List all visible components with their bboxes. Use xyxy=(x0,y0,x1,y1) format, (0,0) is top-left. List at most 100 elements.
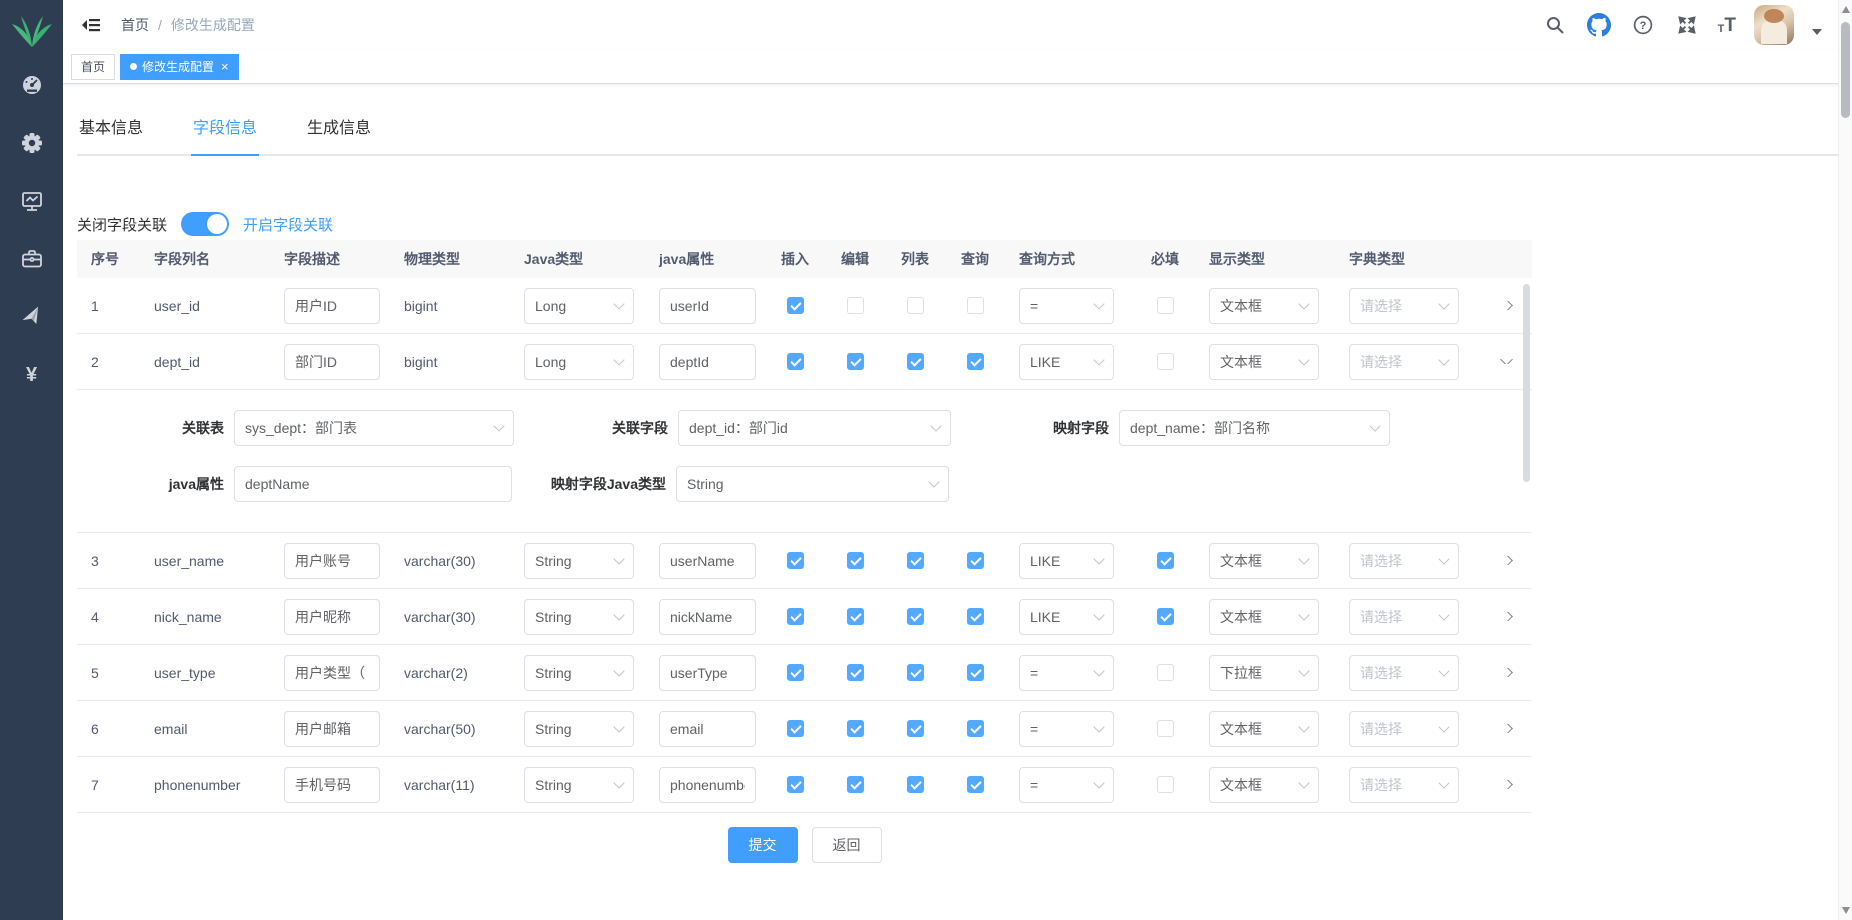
display-type-select[interactable]: 下拉框 xyxy=(1209,655,1319,691)
help-button[interactable]: ? xyxy=(1630,12,1656,38)
user-avatar[interactable] xyxy=(1754,5,1794,45)
tab-field-info[interactable]: 字段信息 xyxy=(191,110,259,154)
dict-type-select[interactable]: 请选择 xyxy=(1349,344,1459,380)
mapping-field-select[interactable]: dept_name：部门名称 xyxy=(1119,410,1390,446)
display-type-select[interactable]: 文本框 xyxy=(1209,767,1319,803)
display-type-select[interactable]: 文本框 xyxy=(1209,599,1319,635)
dict-type-select[interactable]: 请选择 xyxy=(1349,711,1459,747)
edit-checkbox[interactable] xyxy=(847,297,864,314)
sidebar-item-pay[interactable]: ¥ xyxy=(0,346,63,404)
list-checkbox[interactable] xyxy=(907,353,924,370)
query-way-select[interactable]: LIKE xyxy=(1019,599,1114,635)
fullscreen-button[interactable] xyxy=(1674,12,1700,38)
field-description-input[interactable] xyxy=(284,767,380,803)
java-attr-input[interactable] xyxy=(659,288,756,324)
dict-type-select[interactable]: 请选择 xyxy=(1349,543,1459,579)
list-checkbox[interactable] xyxy=(907,776,924,793)
relation-field-select[interactable]: dept_id：部门id xyxy=(678,410,951,446)
edit-checkbox[interactable] xyxy=(847,608,864,625)
java-attr-input[interactable] xyxy=(659,711,756,747)
java-type-select[interactable]: String xyxy=(524,655,634,691)
github-button[interactable] xyxy=(1586,12,1612,38)
query-checkbox[interactable] xyxy=(967,297,984,314)
java-type-select[interactable]: String xyxy=(524,767,634,803)
query-way-select[interactable]: = xyxy=(1019,288,1114,324)
query-way-select[interactable]: = xyxy=(1019,767,1114,803)
sidebar-item-guide[interactable] xyxy=(0,288,63,346)
list-checkbox[interactable] xyxy=(907,552,924,569)
expand-row-icon[interactable] xyxy=(1500,556,1513,565)
expand-row-icon[interactable] xyxy=(1500,780,1513,789)
dict-type-select[interactable]: 请选择 xyxy=(1349,655,1459,691)
field-relation-switch[interactable] xyxy=(181,212,229,236)
query-way-select[interactable]: LIKE xyxy=(1019,543,1114,579)
tab-basic-info[interactable]: 基本信息 xyxy=(77,110,145,154)
java-attr-input[interactable] xyxy=(659,655,756,691)
field-description-input[interactable] xyxy=(284,655,380,691)
list-checkbox[interactable] xyxy=(907,720,924,737)
tab-generate-info[interactable]: 生成信息 xyxy=(305,110,373,154)
edit-checkbox[interactable] xyxy=(847,720,864,737)
dict-type-select[interactable]: 请选择 xyxy=(1349,767,1459,803)
display-type-select[interactable]: 文本框 xyxy=(1209,288,1319,324)
display-type-select[interactable]: 文本框 xyxy=(1209,344,1319,380)
required-checkbox[interactable] xyxy=(1157,353,1174,370)
java-attr-input[interactable] xyxy=(659,599,756,635)
dict-type-select[interactable]: 请选择 xyxy=(1349,288,1459,324)
java-type-select[interactable]: Long xyxy=(524,344,634,380)
insert-checkbox[interactable] xyxy=(787,776,804,793)
sidebar-toggle-button[interactable] xyxy=(73,7,109,43)
edit-checkbox[interactable] xyxy=(847,353,864,370)
scrollbar-thumb[interactable] xyxy=(1841,22,1850,118)
query-checkbox[interactable] xyxy=(967,552,984,569)
query-way-select[interactable]: LIKE xyxy=(1019,344,1114,380)
java-type-select[interactable]: String xyxy=(524,543,634,579)
java-type-select[interactable]: Long xyxy=(524,288,634,324)
insert-checkbox[interactable] xyxy=(787,664,804,681)
font-size-button[interactable]: TT xyxy=(1718,16,1736,35)
window-scrollbar[interactable] xyxy=(1838,0,1852,920)
list-checkbox[interactable] xyxy=(907,608,924,625)
required-checkbox[interactable] xyxy=(1157,297,1174,314)
required-checkbox[interactable] xyxy=(1157,720,1174,737)
scrollbar-down-arrow[interactable] xyxy=(1842,907,1850,914)
required-checkbox[interactable] xyxy=(1157,776,1174,793)
scrollbar-up-arrow[interactable] xyxy=(1842,6,1850,13)
display-type-select[interactable]: 文本框 xyxy=(1209,543,1319,579)
list-checkbox[interactable] xyxy=(907,297,924,314)
insert-checkbox[interactable] xyxy=(787,720,804,737)
query-checkbox[interactable] xyxy=(967,664,984,681)
list-checkbox[interactable] xyxy=(907,664,924,681)
back-button[interactable]: 返回 xyxy=(812,827,882,863)
insert-checkbox[interactable] xyxy=(787,552,804,569)
table-scrollbar-thumb[interactable] xyxy=(1523,284,1530,482)
field-description-input[interactable] xyxy=(284,344,380,380)
field-description-input[interactable] xyxy=(284,543,380,579)
mapping-java-type-select[interactable]: String xyxy=(676,466,949,502)
insert-checkbox[interactable] xyxy=(787,297,804,314)
required-checkbox[interactable] xyxy=(1157,608,1174,625)
expand-row-icon[interactable] xyxy=(1500,668,1513,677)
sidebar-item-monitor[interactable] xyxy=(0,172,63,230)
query-checkbox[interactable] xyxy=(967,720,984,737)
java-type-select[interactable]: String xyxy=(524,599,634,635)
query-checkbox[interactable] xyxy=(967,353,984,370)
mapping-java-attr-input[interactable] xyxy=(234,466,512,502)
submit-button[interactable]: 提交 xyxy=(728,827,798,863)
tag-close-icon[interactable]: × xyxy=(221,60,229,73)
dict-type-select[interactable]: 请选择 xyxy=(1349,599,1459,635)
required-checkbox[interactable] xyxy=(1157,664,1174,681)
expand-row-icon[interactable] xyxy=(1500,612,1513,621)
user-menu-caret-icon[interactable] xyxy=(1812,29,1822,35)
sidebar-item-dashboard[interactable] xyxy=(0,56,63,114)
java-type-select[interactable]: String xyxy=(524,711,634,747)
tag-home[interactable]: 首页 xyxy=(71,54,115,80)
app-logo[interactable] xyxy=(10,8,54,56)
java-attr-input[interactable] xyxy=(659,767,756,803)
breadcrumb-home[interactable]: 首页 xyxy=(121,15,149,35)
field-description-input[interactable] xyxy=(284,711,380,747)
tag-current[interactable]: 修改生成配置 × xyxy=(120,54,239,80)
relation-table-select[interactable]: sys_dept：部门表 xyxy=(234,410,514,446)
java-attr-input[interactable] xyxy=(659,344,756,380)
edit-checkbox[interactable] xyxy=(847,552,864,569)
